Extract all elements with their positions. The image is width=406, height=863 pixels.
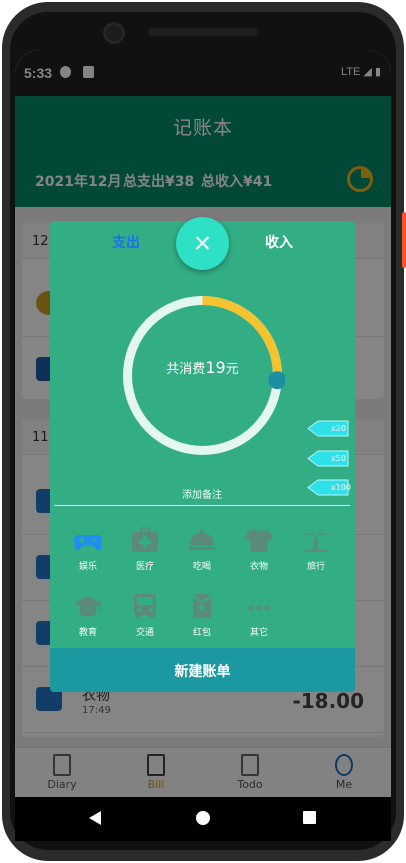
recents-icon[interactable] bbox=[303, 811, 316, 824]
ring-total: 共消费19元 bbox=[120, 358, 285, 377]
category-red-envelope[interactable]: 红包 bbox=[174, 593, 230, 638]
category-label: 教育 bbox=[78, 628, 97, 638]
graduation-cap-icon bbox=[74, 596, 102, 617]
red-envelope-icon bbox=[192, 594, 212, 618]
side-button bbox=[402, 212, 406, 268]
front-camera bbox=[103, 22, 125, 44]
category-entertainment[interactable]: 娱乐 bbox=[60, 527, 116, 572]
category-label: 医疗 bbox=[135, 562, 154, 572]
category-medical[interactable]: 医疗 bbox=[117, 527, 173, 572]
category-label: 其它 bbox=[249, 628, 268, 638]
tab-expense[interactable]: 支出 bbox=[112, 232, 140, 252]
more-dots-icon bbox=[248, 605, 270, 611]
category-other[interactable]: 其它 bbox=[231, 593, 287, 638]
tab-income[interactable]: 收入 bbox=[265, 232, 293, 252]
tag-label: x50 bbox=[331, 454, 346, 463]
earpiece-speaker bbox=[148, 28, 258, 36]
gamepad-icon bbox=[74, 535, 102, 550]
memo-input[interactable]: 添加备注 bbox=[54, 486, 350, 506]
category-label: 交通 bbox=[135, 628, 154, 638]
category-label: 娱乐 bbox=[78, 562, 97, 572]
screen: 5:33 LTE ◢ ▮ 记账本 2021年12月 总支出¥38 总收入¥41 … bbox=[15, 50, 391, 797]
category-label: 吃喝 bbox=[192, 562, 211, 572]
ring-amount: 19 bbox=[205, 358, 226, 377]
back-icon[interactable] bbox=[89, 811, 101, 825]
close-button[interactable] bbox=[176, 217, 229, 270]
tag-label: x20 bbox=[331, 424, 346, 433]
category-label: 红包 bbox=[192, 628, 211, 638]
ring-prefix: 共消费 bbox=[166, 362, 206, 377]
medical-kit-icon bbox=[132, 527, 158, 552]
shirt-icon bbox=[245, 529, 273, 552]
category-transport[interactable]: 交通 bbox=[117, 593, 173, 638]
create-bill-button[interactable]: 新建账单 bbox=[50, 648, 355, 692]
category-food[interactable]: 吃喝 bbox=[174, 527, 230, 572]
category-label: 衣物 bbox=[249, 562, 268, 572]
category-clothing[interactable]: 衣物 bbox=[231, 527, 287, 572]
multiplier-tag[interactable]: x50 bbox=[304, 450, 350, 467]
palm-tree-icon bbox=[304, 529, 328, 552]
category-label: 旅行 bbox=[306, 562, 325, 572]
system-nav-bar bbox=[15, 797, 391, 841]
multiplier-tag[interactable]: x20 bbox=[304, 420, 350, 437]
phone-device: 5:33 LTE ◢ ▮ 记账本 2021年12月 总支出¥38 总收入¥41 … bbox=[0, 0, 406, 863]
category-education[interactable]: 教育 bbox=[60, 593, 116, 638]
ring-suffix: 元 bbox=[225, 362, 239, 377]
home-icon[interactable] bbox=[196, 811, 210, 825]
bus-icon bbox=[134, 594, 156, 618]
new-bill-dialog: 支出 收入 共消费19元 x20 x50 x100 添加备注 娱乐 医疗 吃喝 … bbox=[50, 217, 355, 692]
category-travel[interactable]: 旅行 bbox=[288, 527, 344, 572]
food-cloche-icon bbox=[188, 529, 216, 550]
